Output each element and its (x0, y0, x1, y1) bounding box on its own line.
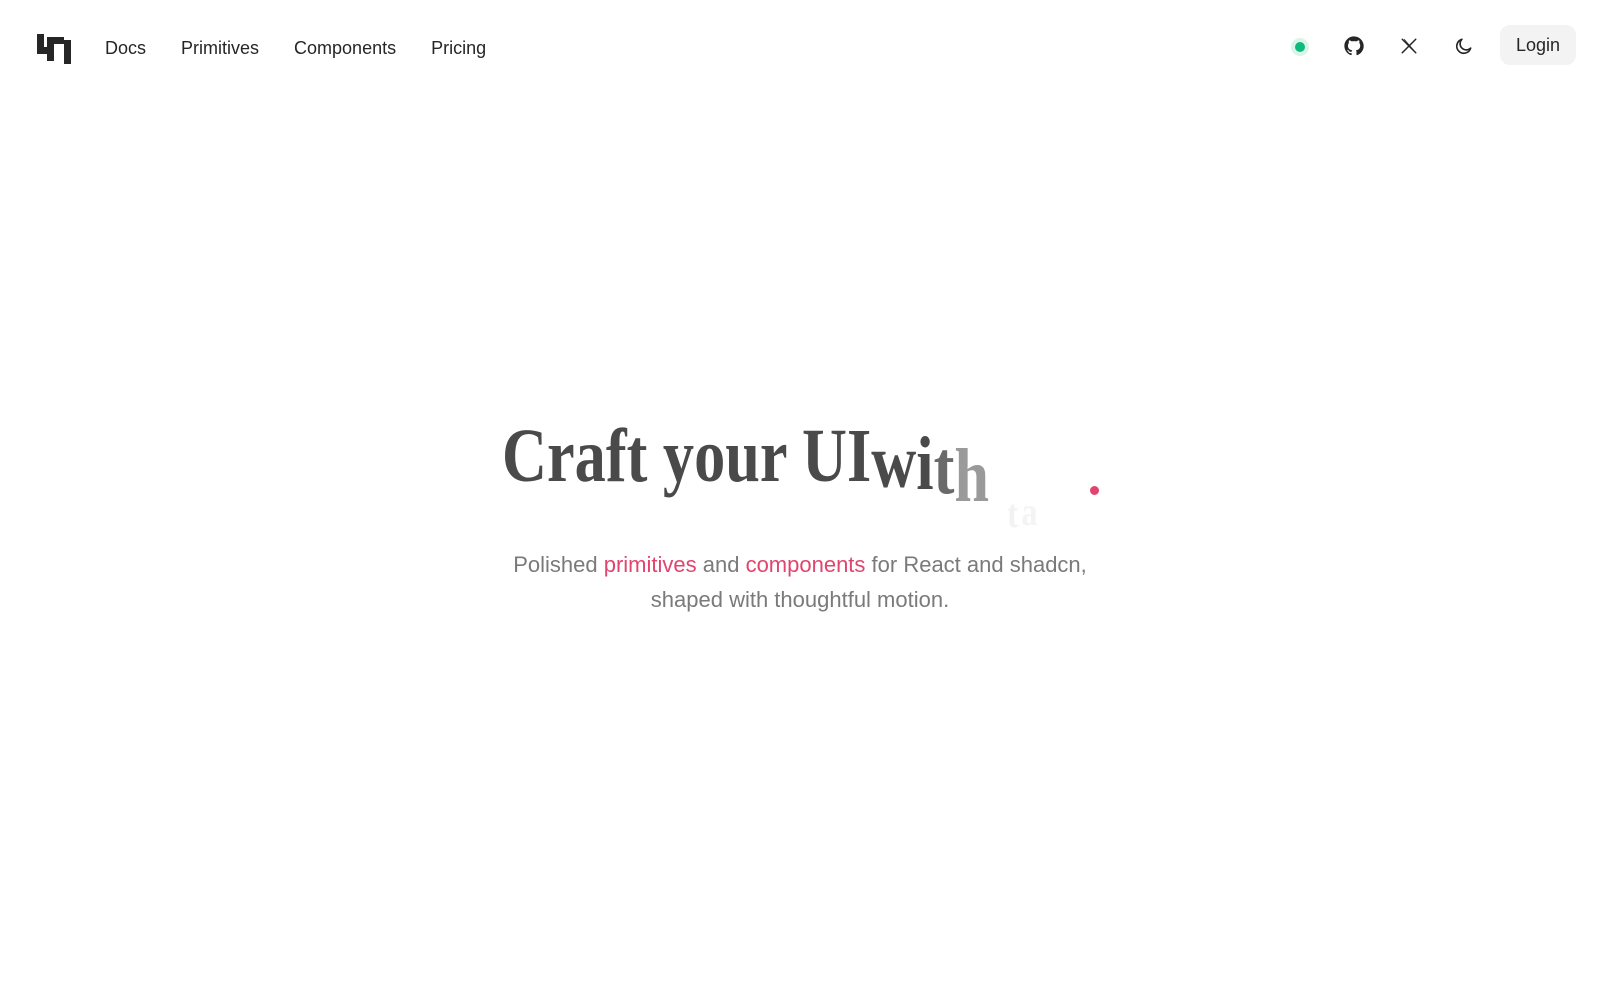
accent-dot-icon (1090, 486, 1099, 495)
hero-title-letter: i (916, 422, 934, 506)
x-icon (1401, 38, 1417, 54)
nav-components-link[interactable]: Components (294, 36, 396, 60)
page: Docs Primitives Components Pricing Login… (0, 0, 1600, 1000)
top-navbar: Docs Primitives Components Pricing Login (0, 0, 1600, 92)
hero-title-letter: t (933, 426, 955, 510)
hero-title: Craft your UI with ta (502, 414, 1038, 534)
x-twitter-button[interactable] (1394, 31, 1424, 61)
subtitle-primitives-highlight: primitives (603, 552, 697, 577)
hero-title-letter: h (954, 434, 990, 518)
github-button[interactable] (1339, 31, 1369, 61)
hero-subtitle: Polished primitives and components for R… (400, 547, 1200, 617)
subtitle-text: for React and shadcn, (865, 552, 1087, 577)
brand-logo[interactable] (37, 34, 71, 64)
subtitle-text: Polished (513, 552, 604, 577)
subtitle-components-highlight: components (745, 552, 866, 577)
hero-title-fading-letter: a (1021, 489, 1038, 534)
subtitle-text: and (696, 552, 746, 577)
moon-icon (1455, 38, 1472, 55)
theme-toggle-button[interactable] (1449, 31, 1479, 61)
status-indicator-icon (1291, 38, 1309, 56)
nav-pricing-link[interactable]: Pricing (431, 36, 486, 60)
nav-docs-link[interactable]: Docs (105, 36, 146, 60)
subtitle-text: shaped with thoughtful motion. (650, 587, 950, 612)
login-button[interactable]: Login (1500, 25, 1576, 65)
hero-title-main: Craft your UI (502, 414, 872, 498)
main-nav: Docs Primitives Components Pricing (105, 36, 521, 60)
hero-title-letter: w (871, 420, 917, 504)
nav-primitives-link[interactable]: Primitives (181, 36, 259, 60)
hero-title-fading-letter: t (1007, 491, 1018, 536)
github-icon (1344, 36, 1364, 56)
